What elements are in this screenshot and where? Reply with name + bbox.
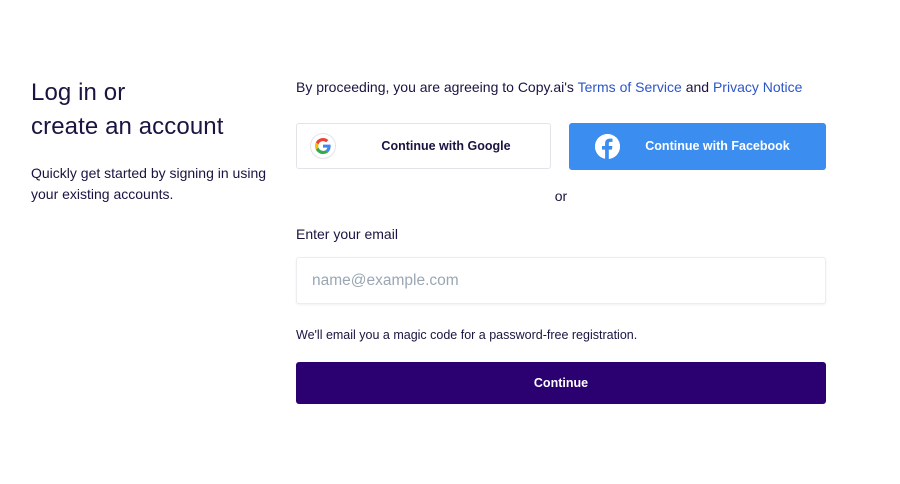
social-login-row: Continue with Google Continue with Faceb… <box>296 123 826 171</box>
intro-panel: Log in or create an account Quickly get … <box>31 76 271 205</box>
terms-and: and <box>681 79 713 95</box>
privacy-notice-link[interactable]: Privacy Notice <box>713 79 802 95</box>
magic-code-hint: We'll email you a magic code for a passw… <box>296 328 638 342</box>
facebook-button-label: Continue with Facebook <box>645 139 790 153</box>
email-input[interactable] <box>296 257 826 304</box>
page-title-line1: Log in or <box>31 79 126 106</box>
google-icon <box>310 133 336 159</box>
page-title: Log in or create an account <box>31 76 271 144</box>
terms-prefix: By proceeding, you are agreeing to Copy.… <box>296 79 578 95</box>
terms-notice: By proceeding, you are agreeing to Copy.… <box>296 76 826 98</box>
continue-button[interactable]: Continue <box>296 362 826 404</box>
intro-subtext: Quickly get started by signing in using … <box>31 165 267 202</box>
email-label: Enter your email <box>296 226 398 242</box>
auth-form: By proceeding, you are agreeing to Copy.… <box>296 76 826 404</box>
continue-with-facebook-button[interactable]: Continue with Facebook <box>569 123 826 170</box>
continue-with-google-button[interactable]: Continue with Google <box>296 123 551 169</box>
terms-of-service-link[interactable]: Terms of Service <box>578 79 682 95</box>
google-button-label: Continue with Google <box>381 139 511 153</box>
facebook-icon <box>595 134 620 159</box>
or-divider: or <box>554 188 568 204</box>
page-title-line2: create an account <box>31 113 224 140</box>
login-page: Log in or create an account Quickly get … <box>0 0 900 484</box>
